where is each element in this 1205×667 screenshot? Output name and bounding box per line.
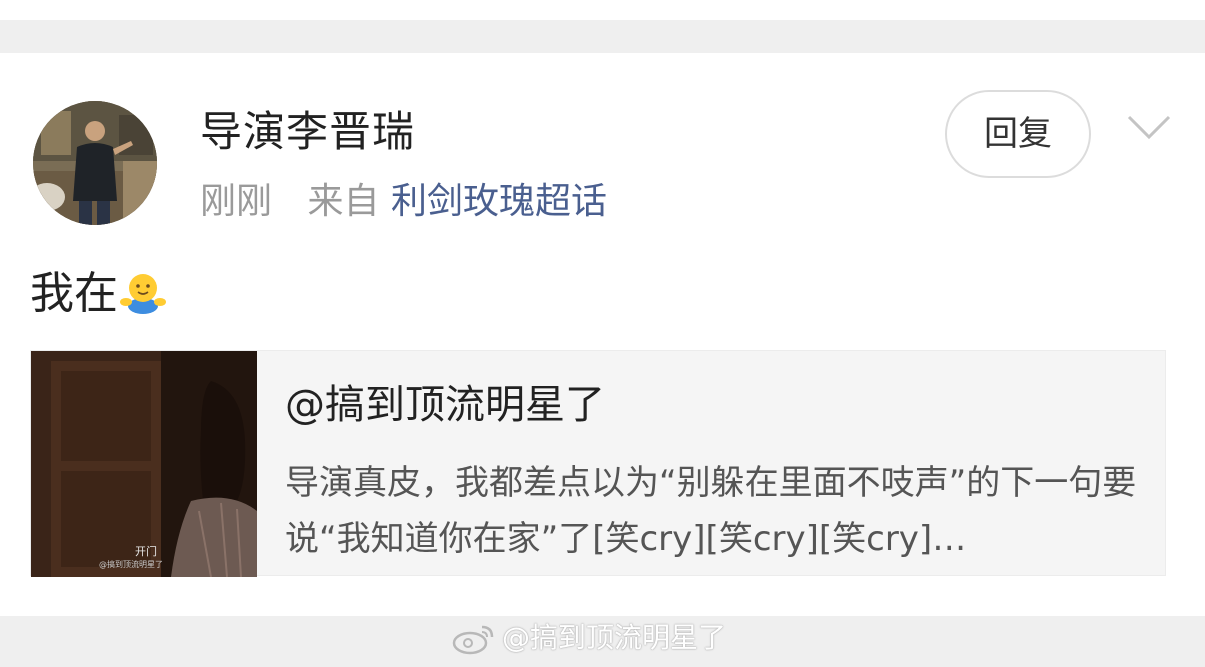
hug-emoji-icon bbox=[120, 274, 166, 314]
weibo-logo-icon bbox=[452, 625, 494, 655]
username[interactable]: 导演李晋瑞 bbox=[200, 106, 415, 158]
reply-button[interactable]: 回复 bbox=[945, 90, 1091, 178]
top-separator-band bbox=[0, 20, 1205, 53]
page-watermark: @搞到顶流明星了 bbox=[452, 618, 726, 658]
comment-text-body: 我在 bbox=[30, 268, 118, 319]
timestamp: 刚刚 bbox=[200, 181, 273, 222]
chevron-down-icon[interactable] bbox=[1126, 112, 1172, 142]
avatar-image bbox=[33, 101, 157, 225]
comment-text: 我在 bbox=[30, 266, 166, 322]
avatar[interactable] bbox=[33, 101, 157, 225]
comment-page: 导演李晋瑞 刚刚 来自 利剑玫瑰超话 回复 我在 开门 @搞到顶流明星了 @搞到… bbox=[0, 0, 1205, 667]
repost-title[interactable]: @搞到顶流明星了 bbox=[285, 379, 605, 431]
thumbnail-caption: 开门 bbox=[135, 545, 157, 558]
thumbnail-watermark: @搞到顶流明星了 bbox=[99, 560, 163, 569]
comment-meta: 刚刚 来自 利剑玫瑰超话 bbox=[200, 178, 607, 226]
page-watermark-text: @搞到顶流明星了 bbox=[502, 621, 727, 654]
repost-description: 导演真皮，我都差点以为“别躲在里面不吱声”的下一句要说“我知道你在家”了[笑cr… bbox=[285, 463, 1137, 559]
repost-card[interactable]: 开门 @搞到顶流明星了 @搞到顶流明星了 导演真皮，我都差点以为“别躲在里面不吱… bbox=[30, 350, 1166, 577]
repost-thumbnail[interactable]: 开门 @搞到顶流明星了 bbox=[31, 351, 257, 577]
source-prefix: 来自 bbox=[307, 181, 380, 222]
source-link[interactable]: 利剑玫瑰超话 bbox=[391, 181, 607, 222]
